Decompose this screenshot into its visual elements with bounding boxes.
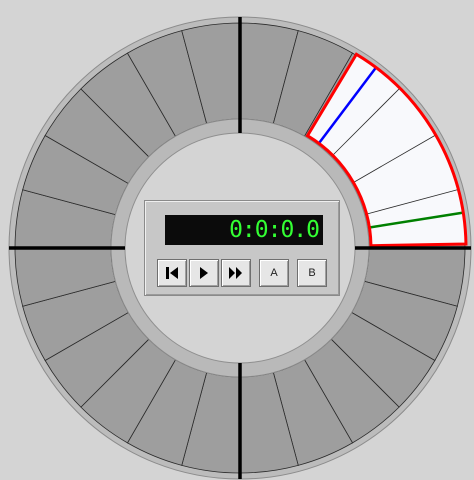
play-button[interactable] — [189, 259, 219, 287]
marker-b-button[interactable]: B — [297, 259, 327, 287]
rewind-button[interactable] — [157, 259, 187, 287]
marker-b-label: B — [308, 267, 316, 279]
marker-a-button[interactable]: A — [259, 259, 289, 287]
loop-dial-app: 0:0:0.0 A B — [0, 0, 474, 480]
fast-forward-button[interactable] — [221, 259, 251, 287]
fast-forward-icon — [227, 265, 245, 281]
skip-to-start-icon — [164, 265, 180, 281]
time-display: 0:0:0.0 — [165, 215, 323, 245]
marker-a-label: A — [270, 267, 278, 279]
transport-panel: 0:0:0.0 A B — [144, 200, 340, 296]
play-icon — [196, 265, 212, 281]
